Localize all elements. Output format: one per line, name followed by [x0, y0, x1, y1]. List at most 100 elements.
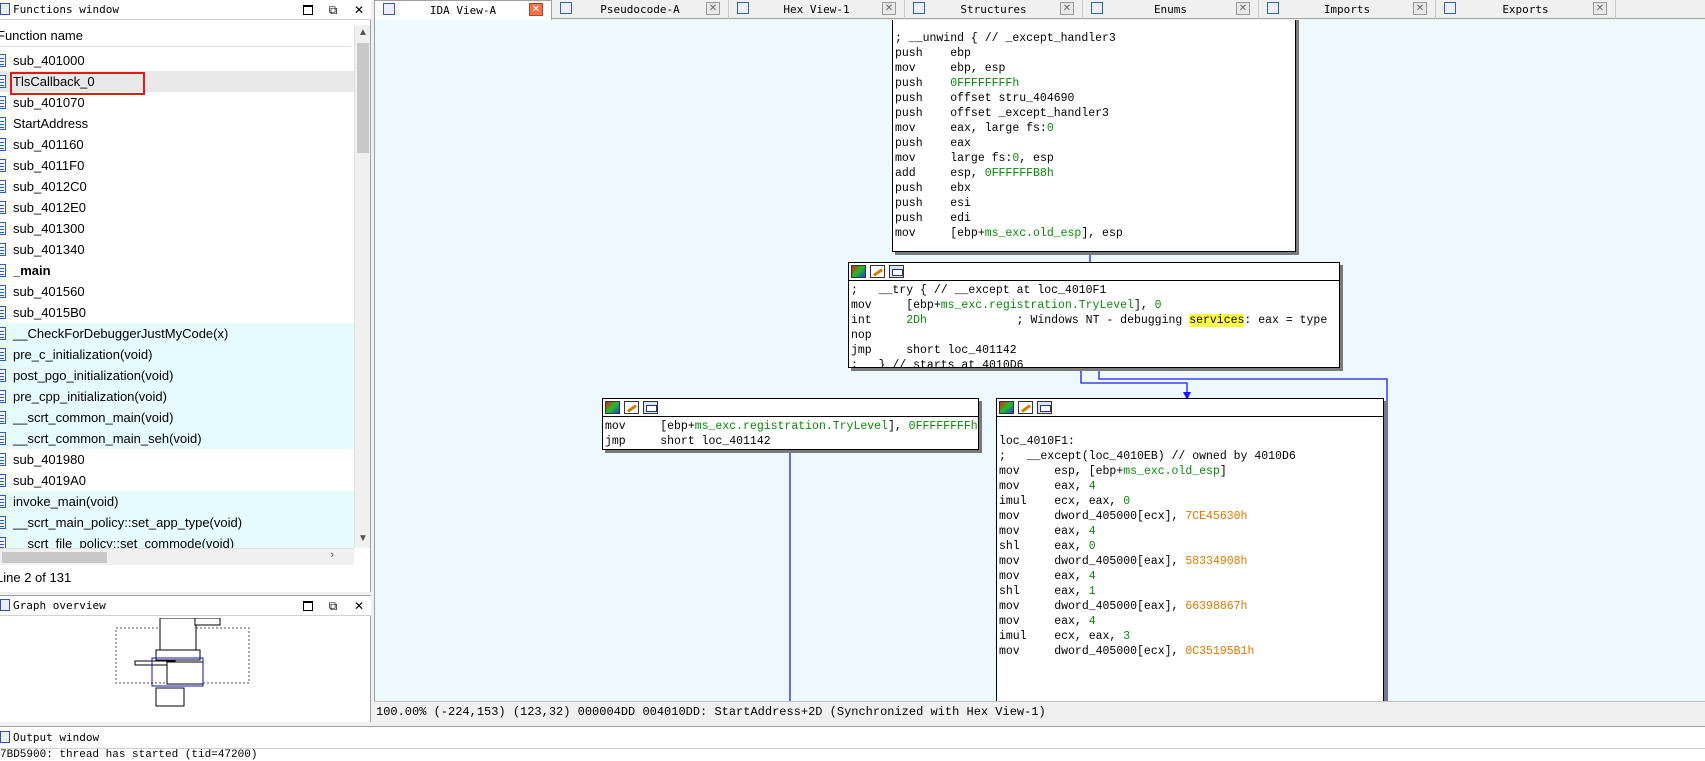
- asm-line[interactable]: push offset _except_handler3: [895, 106, 1293, 121]
- close-tab-icon[interactable]: ✕: [1593, 2, 1607, 15]
- function-list-item[interactable]: sub_4019A0: [0, 470, 354, 491]
- code-block-try-exit[interactable]: mov [ebp+ms_exc.registration.TryLevel], …: [602, 398, 979, 450]
- function-list-item[interactable]: sub_401560: [0, 281, 354, 302]
- close-button[interactable]: ✕: [353, 600, 365, 612]
- maximize-button[interactable]: [303, 5, 313, 15]
- close-tab-icon[interactable]: ✕: [706, 2, 720, 15]
- asm-line[interactable]: add esp, 0FFFFFFB8h: [895, 166, 1293, 181]
- asm-line[interactable]: mov [ebp+ms_exc.registration.TryLevel], …: [605, 419, 978, 434]
- function-list-item[interactable]: __scrt_common_main_seh(void): [0, 428, 354, 449]
- asm-line[interactable]: nop: [851, 328, 1337, 343]
- function-list-item[interactable]: __CheckForDebuggerJustMyCode(x): [0, 323, 354, 344]
- tab-structures[interactable]: Structures ✕: [905, 0, 1083, 19]
- asm-line[interactable]: mov eax, 4: [999, 614, 1381, 629]
- asm-line[interactable]: mov [ebp+ms_exc.old_esp], esp: [895, 226, 1293, 241]
- asm-line[interactable]: imul ecx, eax, 0: [999, 494, 1381, 509]
- ida-graph-view[interactable]: ; __unwind { // _except_handler3 push ebp…: [374, 20, 1705, 701]
- function-list-item[interactable]: sub_401340: [0, 239, 354, 260]
- asm-line[interactable]: [999, 419, 1381, 434]
- close-tab-icon[interactable]: ✕: [529, 3, 543, 16]
- asm-line[interactable]: mov eax, large fs:0: [895, 121, 1293, 136]
- code-block-try[interactable]: ; __try { // __except at loc_4010F1 mov […: [848, 262, 1340, 368]
- close-tab-icon[interactable]: ✕: [1413, 2, 1427, 15]
- collapse-icon[interactable]: [889, 265, 904, 278]
- collapse-icon[interactable]: [1037, 401, 1052, 414]
- function-list-item[interactable]: __scrt_main_policy::set_app_type(void): [0, 512, 354, 533]
- asm-line[interactable]: shl eax, 0: [999, 539, 1381, 554]
- code-block-prologue[interactable]: ; __unwind { // _except_handler3 push ebp…: [892, 20, 1296, 252]
- function-list-item[interactable]: __scrt_common_main(void): [0, 407, 354, 428]
- function-list-item[interactable]: invoke_main(void): [0, 491, 354, 512]
- asm-line[interactable]: ; } // starts at 4010D6: [851, 358, 1337, 367]
- function-list-item[interactable]: sub_401000: [0, 50, 354, 71]
- asm-line[interactable]: push offset stru_404690: [895, 91, 1293, 106]
- function-list-item[interactable]: TlsCallback_0: [0, 71, 354, 95]
- tab-enums[interactable]: Enums ✕: [1083, 0, 1259, 19]
- asm-line[interactable]: jmp short loc_401142: [851, 343, 1337, 358]
- asm-line[interactable]: ; __try { // __except at loc_4010F1: [851, 283, 1337, 298]
- rename-icon[interactable]: [1018, 401, 1033, 414]
- float-window-button[interactable]: ⧉: [327, 600, 339, 612]
- function-list-item[interactable]: sub_401300: [0, 218, 354, 239]
- scroll-up-icon[interactable]: ▲: [358, 27, 368, 38]
- asm-line[interactable]: push eax: [895, 136, 1293, 151]
- asm-line[interactable]: mov [ebp+ms_exc.registration.TryLevel], …: [851, 298, 1337, 313]
- tab-exports[interactable]: Exports ✕: [1436, 0, 1616, 19]
- rename-icon[interactable]: [624, 401, 639, 414]
- tab-imports[interactable]: Imports ✕: [1259, 0, 1436, 19]
- hscroll-thumb[interactable]: [2, 552, 107, 563]
- horizontal-scrollbar[interactable]: ›: [0, 548, 354, 565]
- close-tab-icon[interactable]: ✕: [882, 2, 896, 15]
- asm-line[interactable]: ; __except(loc_4010EB) // owned by 4010D…: [999, 449, 1381, 464]
- color-icon[interactable]: [999, 401, 1014, 414]
- output-log[interactable]: 7BD5900: thread has started (tid=47200): [0, 749, 257, 761]
- maximize-button[interactable]: [303, 601, 313, 611]
- asm-line[interactable]: int 2Dh ; Windows NT - debugging service…: [851, 313, 1337, 328]
- function-list-item[interactable]: sub_4012C0: [0, 176, 354, 197]
- vertical-scrollbar[interactable]: ▲ ▼: [354, 25, 370, 548]
- asm-line[interactable]: mov large fs:0, esp: [895, 151, 1293, 166]
- float-window-button[interactable]: ⧉: [327, 4, 339, 16]
- asm-line[interactable]: mov ebp, esp: [895, 61, 1293, 76]
- asm-line[interactable]: push ebx: [895, 181, 1293, 196]
- scroll-down-icon[interactable]: ▼: [358, 533, 368, 544]
- asm-line[interactable]: mov dword_405000[ecx], 0C35195B1h: [999, 644, 1381, 659]
- asm-line[interactable]: mov eax, 4: [999, 569, 1381, 584]
- function-list-item[interactable]: sub_4015B0: [0, 302, 354, 323]
- asm-line[interactable]: mov dword_405000[ecx], 7CE45630h: [999, 509, 1381, 524]
- color-icon[interactable]: [605, 401, 620, 414]
- asm-line[interactable]: mov eax, 4: [999, 479, 1381, 494]
- asm-line[interactable]: push ebp: [895, 46, 1293, 61]
- asm-line[interactable]: jmp short loc_401142: [605, 434, 976, 449]
- asm-line[interactable]: shl eax, 1: [999, 584, 1381, 599]
- asm-line[interactable]: mov dword_405000[eax], 66398867h: [999, 599, 1381, 614]
- asm-line[interactable]: loc_4010F1:: [999, 434, 1381, 449]
- function-list-item[interactable]: pre_c_initialization(void): [0, 344, 354, 365]
- scroll-thumb[interactable]: [357, 43, 369, 153]
- function-list-item[interactable]: sub_401070: [0, 92, 354, 113]
- code-block-except-handler[interactable]: loc_4010F1:; __except(loc_4010EB) // own…: [996, 398, 1384, 701]
- asm-line[interactable]: imul ecx, eax, 3: [999, 629, 1381, 644]
- color-icon[interactable]: [851, 265, 866, 278]
- function-list-item[interactable]: post_pgo_initialization(void): [0, 365, 354, 386]
- scroll-right-icon[interactable]: ›: [330, 549, 334, 561]
- asm-line[interactable]: push 0FFFFFFFFh: [895, 76, 1293, 91]
- function-list-item[interactable]: pre_cpp_initialization(void): [0, 386, 354, 407]
- function-name-column-header[interactable]: Function name: [0, 25, 351, 47]
- tab-ida-view-a[interactable]: IDA View-A ✕: [374, 0, 552, 20]
- asm-line[interactable]: push edi: [895, 211, 1293, 226]
- asm-line[interactable]: push esi: [895, 196, 1293, 211]
- function-list-item[interactable]: sub_401980: [0, 449, 354, 470]
- graph-overview-minimap[interactable]: [0, 618, 370, 723]
- function-list-item[interactable]: StartAddress: [0, 113, 354, 134]
- function-list-item[interactable]: sub_4012E0: [0, 197, 354, 218]
- function-list-item[interactable]: _main: [0, 260, 354, 281]
- asm-line[interactable]: ; __unwind { // _except_handler3: [895, 31, 1293, 46]
- function-list-item[interactable]: __scrt_file_policy::set_commode(void): [0, 533, 354, 548]
- tab-pseudocode-a[interactable]: Pseudocode-A ✕: [552, 0, 729, 19]
- collapse-icon[interactable]: [643, 401, 658, 414]
- close-button[interactable]: ✕: [353, 4, 365, 16]
- asm-line[interactable]: mov dword_405000[eax], 58334908h: [999, 554, 1381, 569]
- asm-line[interactable]: mov esp, [ebp+ms_exc.old_esp]: [999, 464, 1381, 479]
- function-list-item[interactable]: sub_401160: [0, 134, 354, 155]
